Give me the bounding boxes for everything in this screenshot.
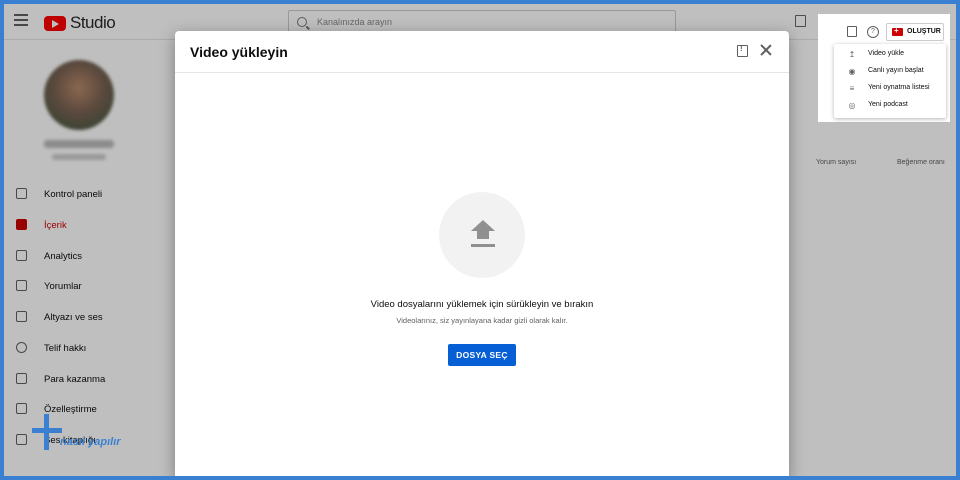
live-icon: ◉ xyxy=(848,67,856,76)
upload-drop-area[interactable] xyxy=(439,192,525,278)
menu-item-upload-video[interactable]: ↥ Video yükle xyxy=(834,47,946,63)
menu-item-label: Yeni podcast xyxy=(868,101,908,108)
report-icon[interactable] xyxy=(737,44,748,57)
create-dropdown-panel: ? OLUŞTUR ↥ Video yükle ◉ Canlı yayın ba… xyxy=(818,14,950,122)
menu-item-new-playlist[interactable]: ≡ Yeni oynatma listesi xyxy=(834,81,946,97)
create-button-label: OLUŞTUR xyxy=(907,28,941,35)
menu-item-new-podcast[interactable]: ◎ Yeni podcast xyxy=(834,98,946,114)
close-icon[interactable] xyxy=(759,43,773,57)
help-icon[interactable]: ? xyxy=(867,26,879,38)
watermark-text: nasıl yapılır xyxy=(60,436,121,448)
playlist-add-icon: ≡ xyxy=(849,84,855,93)
dialog-header: Video yükleyin xyxy=(175,31,789,73)
upload-dialog: Video yükleyin Video dosyalarını yükleme… xyxy=(175,31,789,476)
drop-instructions: Video dosyalarını yüklemek için sürükley… xyxy=(370,299,594,310)
upload-icon: ↥ xyxy=(848,50,856,59)
menu-item-label: Video yükle xyxy=(868,50,905,57)
create-video-icon xyxy=(892,26,903,36)
dialog-title: Video yükleyin xyxy=(190,44,288,60)
feedback-icon[interactable] xyxy=(847,26,857,37)
select-files-button[interactable]: DOSYA SEÇ xyxy=(448,344,516,366)
watermark-plus-icon xyxy=(32,414,62,450)
menu-item-label: Canlı yayın başlat xyxy=(868,67,924,74)
create-button[interactable]: OLUŞTUR xyxy=(886,23,944,41)
menu-item-go-live[interactable]: ◉ Canlı yayın başlat xyxy=(834,64,946,80)
screenshot-frame: Studio Kanalınızda arayın Kontrol paneli… xyxy=(4,4,956,476)
upload-icon xyxy=(471,220,495,250)
menu-item-label: Yeni oynatma listesi xyxy=(868,84,930,91)
create-menu: ↥ Video yükle ◉ Canlı yayın başlat ≡ Yen… xyxy=(834,44,946,118)
podcast-icon: ◎ xyxy=(848,101,856,110)
privacy-note: Videolarınız, siz yayınlayana kadar gizl… xyxy=(396,316,568,325)
